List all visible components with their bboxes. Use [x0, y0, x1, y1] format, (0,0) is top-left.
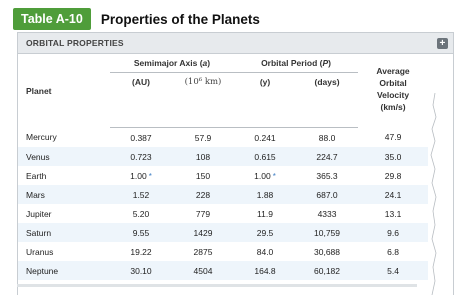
orbital-period-header: Orbital Period (P) — [234, 54, 359, 73]
section-header: ORBITAL PROPERTIES + — [18, 33, 453, 54]
period-years-cell: 1.00 * — [254, 170, 276, 181]
period-years-cell: 0.615 — [234, 147, 297, 166]
table-row: Saturn 9.55 1429 29.5 10,759 9.6 — [18, 223, 429, 242]
period-years-cell: 1.88 — [234, 185, 297, 204]
planet-table: Planet Semimajor Axis (a) Orbital Period… — [18, 54, 429, 280]
days-unit-header: (days) — [314, 77, 340, 87]
velocity-column-header: Average Orbital Velocity (km/s) — [376, 66, 410, 113]
orbital-velocity-cell: 13.1 — [384, 208, 402, 219]
orbital-velocity-cell: 6.8 — [387, 246, 399, 257]
orbital-velocity-cell: 5.4 — [358, 261, 429, 280]
planet-name-cell: Earth — [26, 170, 47, 181]
semimajor-au-cell: 1.00 * — [130, 170, 152, 181]
planet-name-cell: Venus — [18, 147, 110, 166]
au-unit-header: (AU) — [132, 77, 150, 87]
period-days-cell: 30,688 — [314, 246, 341, 257]
table-row: Mercury 0.387 57.9 0.241 88.0 47.9 — [18, 128, 428, 148]
planet-column-header: Planet — [26, 85, 52, 96]
semimajor-km-cell: 150 — [195, 170, 211, 181]
period-days-cell: 4333 — [317, 208, 337, 219]
planet-name-cell: Mercury — [26, 132, 57, 143]
period-days-cell: 224.7 — [296, 147, 359, 166]
semimajor-km-cell: 108 — [172, 147, 235, 166]
table-title-bar: Table A-10 Properties of the Planets — [13, 8, 260, 30]
period-days-cell: 365.3 — [316, 170, 338, 181]
planet-name-cell: Mars — [18, 185, 110, 204]
table-title: Properties of the Planets — [100, 11, 260, 27]
semimajor-km-cell: 1429 — [172, 223, 235, 242]
planet-name-cell: Saturn — [18, 223, 110, 242]
semimajor-au-cell: 9.55 — [110, 223, 172, 242]
table-row: Jupiter 5.20 779 11.9 4333 13.1 — [18, 204, 428, 223]
section-label: ORBITAL PROPERTIES — [26, 38, 124, 48]
period-years-cell: 84.0 — [256, 246, 274, 257]
table-number-badge: Table A-10 — [13, 8, 91, 30]
table-row: Earth 1.00 * 150 1.00 * 365.3 29.8 — [18, 166, 428, 185]
table-card: ORBITAL PROPERTIES + Planet Semimajor Ax… — [17, 32, 454, 295]
semimajor-au-cell: 19.22 — [130, 246, 152, 257]
orbital-velocity-cell: 47.9 — [384, 132, 402, 143]
period-days-cell: 10,759 — [296, 223, 359, 242]
semimajor-au-cell: 5.20 — [132, 208, 150, 219]
table-row: Mars 1.52 228 1.88 687.0 24.1 — [18, 185, 429, 204]
semimajor-au-cell: 30.10 — [110, 261, 172, 280]
semimajor-km-cell: 779 — [195, 208, 211, 219]
table-row: Venus 0.723 108 0.615 224.7 35.0 — [18, 147, 429, 166]
orbital-velocity-cell: 9.6 — [358, 223, 429, 242]
planet-name-cell: Neptune — [18, 261, 110, 280]
period-years-cell: 11.9 — [257, 208, 273, 219]
semimajor-km-cell: 57.9 — [194, 132, 212, 143]
semimajor-au-cell: 0.723 — [110, 147, 172, 166]
semimajor-au-cell: 1.52 — [110, 185, 172, 204]
planet-name-cell: Jupiter — [26, 208, 52, 219]
semimajor-km-cell: 4504 — [172, 261, 235, 280]
semimajor-km-cell: 2875 — [193, 246, 213, 257]
semimajor-km-cell: 228 — [172, 185, 235, 204]
period-days-cell: 687.0 — [296, 185, 359, 204]
period-days-cell: 60,182 — [296, 261, 359, 280]
period-years-cell: 164.8 — [234, 261, 297, 280]
table-row: Uranus 19.22 2875 84.0 30,688 6.8 — [18, 242, 428, 261]
semimajor-au-cell: 0.387 — [130, 132, 152, 143]
orbital-velocity-cell: 29.8 — [384, 170, 402, 181]
km-unit-header: (10⁶ km) — [184, 77, 222, 87]
bottom-edge — [17, 284, 417, 287]
orbital-velocity-cell: 24.1 — [358, 185, 429, 204]
footnote-star-icon[interactable]: * — [149, 172, 152, 181]
period-years-cell: 29.5 — [234, 223, 297, 242]
years-unit-header: (y) — [259, 77, 271, 87]
footnote-star-icon[interactable]: * — [273, 172, 276, 181]
orbital-velocity-cell: 35.0 — [358, 147, 429, 166]
period-days-cell: 88.0 — [318, 132, 336, 143]
table-row: Neptune 30.10 4504 164.8 60,182 5.4 — [18, 261, 429, 280]
semimajor-axis-header: Semimajor Axis (a) — [110, 54, 235, 73]
period-years-cell: 0.241 — [254, 132, 276, 143]
planet-name-cell: Uranus — [26, 246, 54, 257]
table-body: Mercury 0.387 57.9 0.241 88.0 47.9 Venus 0.723 1… — [18, 128, 429, 280]
torn-edge — [429, 93, 453, 295]
plus-icon[interactable]: + — [437, 38, 448, 49]
